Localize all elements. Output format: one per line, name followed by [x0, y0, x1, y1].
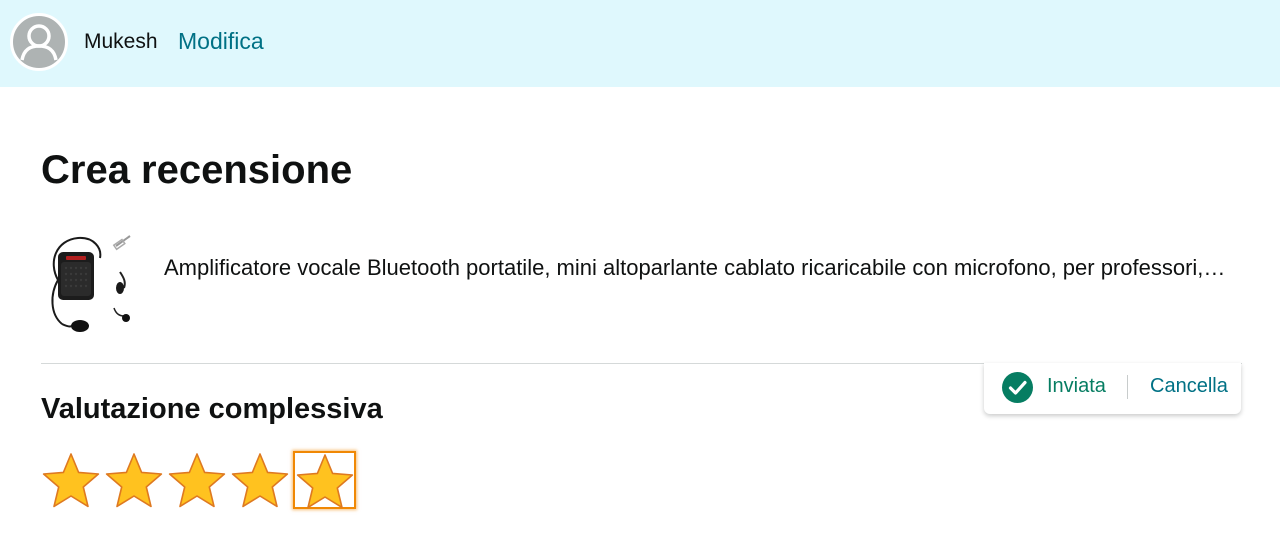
status-separator [1127, 375, 1128, 399]
edit-profile-link[interactable]: Modifica [178, 28, 264, 55]
star-icon [296, 454, 354, 509]
avatar[interactable] [10, 13, 68, 71]
submission-status-popover: Inviata Cancella [984, 363, 1241, 414]
product-title: Amplificatore vocale Bluetooth portatile… [164, 255, 1230, 280]
star-icon [168, 453, 226, 508]
star-icon [231, 453, 289, 508]
status-label: Inviata [1047, 375, 1106, 397]
cancel-link[interactable]: Cancella [1150, 375, 1228, 398]
star-icon [105, 453, 163, 508]
star-3[interactable] [167, 450, 227, 510]
user-avatar-icon [20, 24, 58, 61]
profile-header: Mukesh Modifica [0, 0, 1280, 87]
overall-rating-title: Valutazione complessiva [41, 393, 383, 425]
star-4[interactable] [230, 450, 290, 510]
product-image [44, 232, 140, 336]
star-5[interactable] [293, 451, 356, 509]
star-1[interactable] [41, 450, 101, 510]
profile-name: Mukesh [84, 30, 158, 53]
check-circle-icon [1002, 372, 1033, 403]
star-icon [42, 453, 100, 508]
star-2[interactable] [104, 450, 164, 510]
page-title: Crea recensione [41, 148, 353, 192]
